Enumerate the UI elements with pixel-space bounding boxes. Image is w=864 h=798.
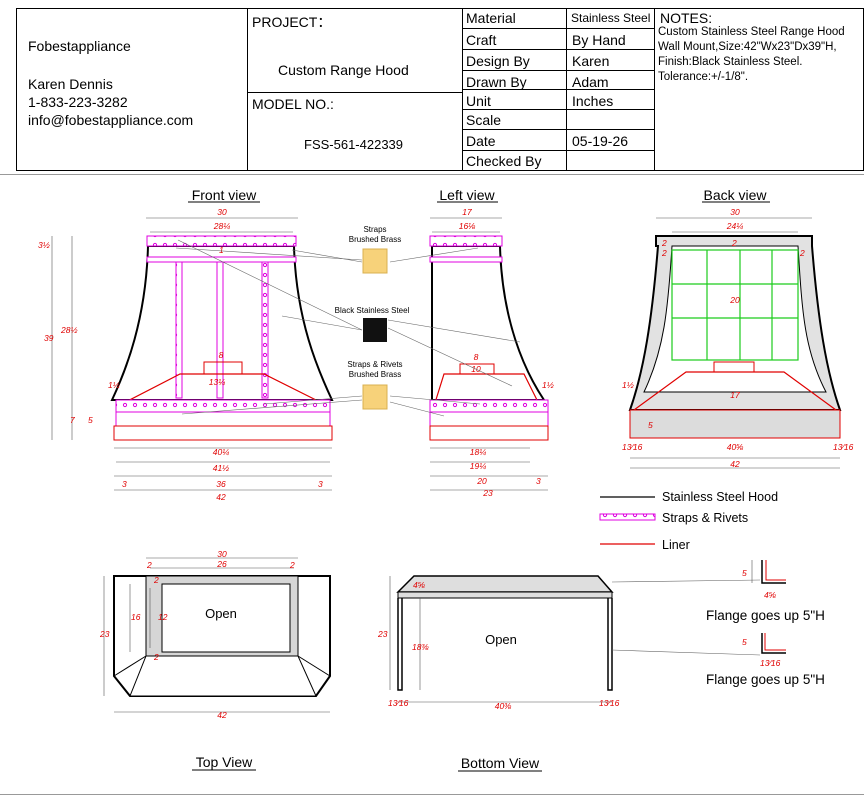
dim-label: 40¼ (213, 447, 230, 457)
dim-label: 2 (661, 238, 667, 248)
dim-label: 16 (131, 612, 141, 622)
dim-label: 1 (219, 245, 224, 255)
black-swatch (363, 318, 387, 342)
dim-label: 41½ (213, 463, 230, 473)
dim-label: 18¼ (470, 447, 487, 457)
back-view-title: Back view (703, 187, 767, 203)
dim-label: 2 (146, 560, 152, 570)
dim-label: 40⅜ (495, 701, 512, 711)
dim-label: 16⅛ (459, 221, 476, 231)
dim-label: 7 (70, 415, 75, 425)
top-open-label: Open (205, 606, 237, 621)
leader-flange-1 (611, 579, 761, 583)
dim-label: 13⁄16 (833, 442, 854, 452)
dim-label: 17 (730, 390, 740, 400)
flange-note: Flange goes up 5"H (706, 608, 825, 623)
dim-label: 30 (217, 549, 227, 559)
dim-label: 2 (799, 248, 805, 258)
dim-label: 23 (482, 488, 493, 498)
legend-label: Liner (662, 538, 690, 552)
front-view-title: Front view (192, 187, 257, 203)
drawing-canvas: Front view Left view Back view Top View … (0, 174, 864, 795)
dim-label: 28¼ (213, 221, 231, 231)
dim-label: 20 (476, 476, 487, 486)
brass-swatch (362, 384, 388, 410)
dim-label: 2 (731, 238, 737, 248)
dim-label: 3 (318, 479, 323, 489)
dim-label: 3 (536, 476, 541, 486)
legend-label: Stainless Steel Hood (662, 490, 778, 504)
dim-label: 3 (122, 479, 127, 489)
dim-label: 30 (730, 207, 740, 217)
dim-label: 4⅝ (764, 590, 777, 600)
dim-label: 42 (216, 492, 226, 502)
callout-straps-finish: Brushed Brass (349, 235, 401, 244)
dim-label: 4⅝ (413, 580, 426, 590)
dim-label: 42 (217, 710, 227, 720)
dim-label: 13⁄16 (760, 658, 781, 668)
dim-label: 26 (216, 559, 227, 569)
dim-label: 2 (661, 248, 667, 258)
bottom-open-label: Open (485, 632, 517, 647)
callout-straps: Straps (363, 225, 386, 234)
legend-label: Straps & Rivets (662, 511, 748, 525)
bottom-view-title: Bottom View (461, 755, 540, 771)
top-view (113, 575, 331, 697)
dim-label: 5 (742, 637, 747, 647)
top-view-title: Top View (196, 754, 253, 770)
dim-label: 2 (153, 575, 159, 585)
callout-rivets: Straps & Rivets (347, 360, 402, 369)
dim-label: 13¼ (209, 377, 226, 387)
dim-label: 20 (729, 295, 740, 305)
dim-label: 24¼ (726, 221, 744, 231)
dim-label: 17 (462, 207, 472, 217)
dim-label: 42 (730, 459, 740, 469)
dim-label: 1½ (622, 380, 634, 390)
callout-rivets-finish: Brushed Brass (349, 370, 401, 379)
dim-label: 18⅜ (412, 642, 429, 652)
dim-label: 30 (217, 207, 227, 217)
dim-label: 8 (474, 352, 479, 362)
back-view (628, 235, 842, 439)
brass-swatch (362, 248, 388, 274)
dim-label: 2 (289, 560, 295, 570)
dim-label: 13⁄16 (388, 698, 409, 708)
dim-label: 8 (219, 350, 224, 360)
dim-label: 36 (216, 479, 226, 489)
dim-label: 28½ (60, 325, 78, 335)
dim-label: 5 (88, 415, 93, 425)
dim-label: 19¼ (470, 461, 487, 471)
dim-label: 23 (99, 629, 110, 639)
dim-label: 2 (153, 652, 159, 662)
legend-swatch-straps (599, 513, 656, 521)
dim-label: 1½ (542, 380, 554, 390)
dim-label: 13⁄16 (599, 698, 620, 708)
flange-detail-2: 5 13⁄16 Flange goes up 5"H (706, 633, 825, 687)
dim-label: 5 (648, 420, 653, 430)
dim-label: 1½ (108, 380, 120, 390)
legend: Stainless Steel Hood Straps & Rivets Lin… (599, 490, 778, 552)
dim-label: 40⅝ (727, 442, 744, 452)
left-view (429, 235, 549, 441)
dim-label: 12 (158, 612, 168, 622)
dim-label: 13⁄16 (622, 442, 643, 452)
dim-label: 3½ (38, 240, 50, 250)
left-view-title: Left view (439, 187, 495, 203)
front-view (110, 235, 334, 441)
dim-label: 23 (377, 629, 388, 639)
dim-label: 39 (44, 333, 54, 343)
flange-note: Flange goes up 5"H (706, 672, 825, 687)
leader-flange-2 (611, 649, 761, 656)
callout-finish: Black Stainless Steel (335, 306, 410, 315)
dim-label: 5 (742, 568, 747, 578)
flange-detail-1: 5 4⅝ Flange goes up 5"H (706, 560, 825, 623)
